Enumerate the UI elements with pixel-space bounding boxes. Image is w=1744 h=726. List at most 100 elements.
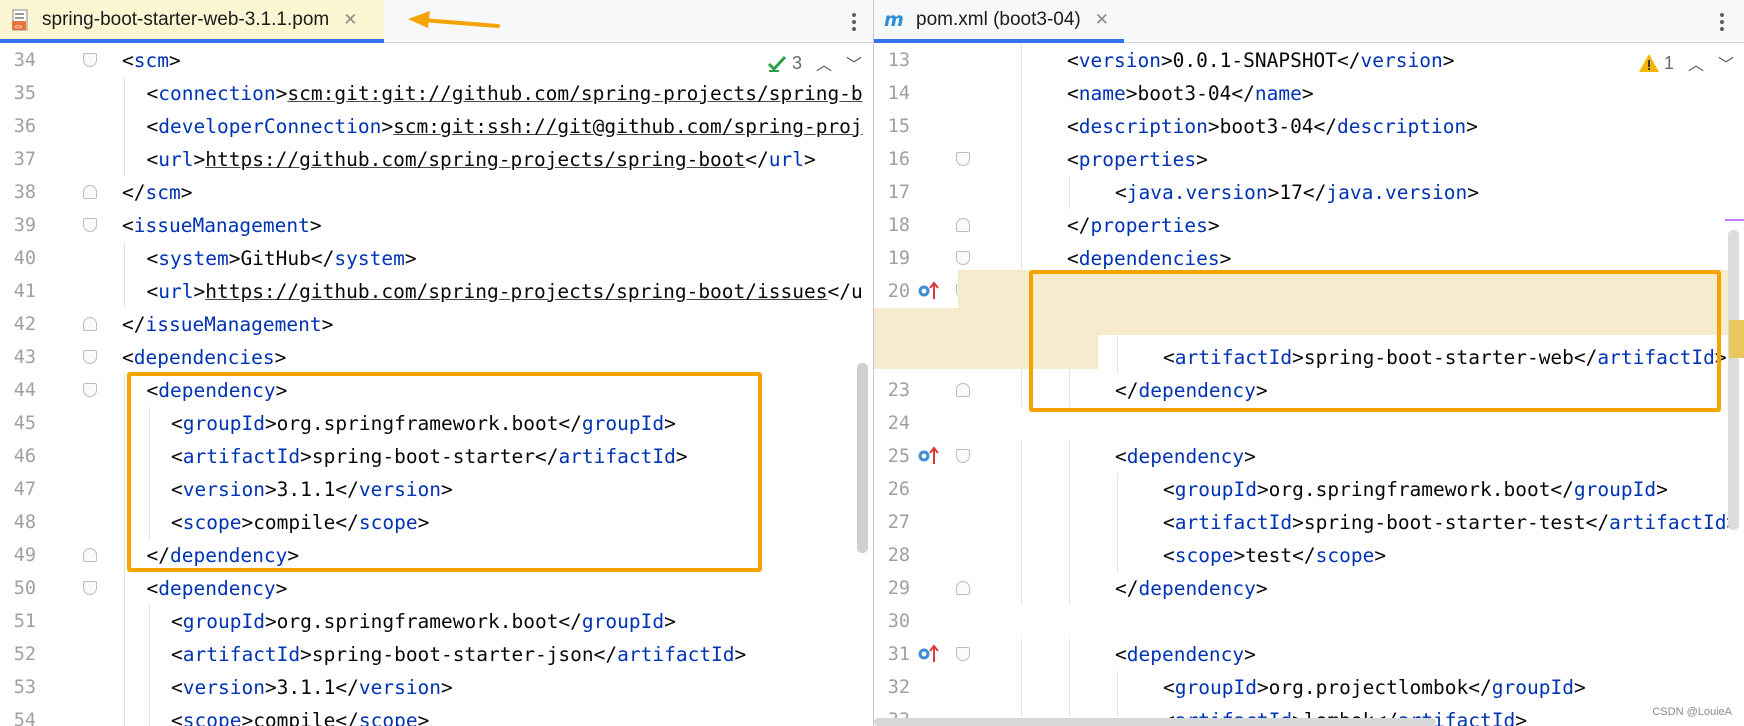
xml-tag-name: description (1078, 115, 1208, 138)
chevron-up-icon[interactable]: ︿ (1688, 51, 1704, 75)
code-line[interactable]: 17 <java.version>17</java.version> (874, 176, 1744, 209)
code-token: < (1067, 49, 1079, 72)
code-token: < (146, 148, 159, 171)
code-line[interactable]: 52 <artifactId>spring-boot-starter-json</… (0, 638, 873, 671)
chevron-up-icon[interactable]: ︿ (816, 51, 832, 75)
fold-end-icon[interactable] (83, 317, 97, 331)
code-text: <name>boot3-04</name> (1067, 77, 1314, 110)
code-line[interactable]: 37 <url>https://github.com/spring-project… (0, 143, 873, 176)
right-code-editor[interactable]: 33<artifactId>lombok</artifactId>32<grou… (874, 43, 1744, 726)
xml-tag-name: dependency (1126, 643, 1245, 666)
xml-tag-name: connection (158, 82, 276, 105)
code-token: < (146, 280, 159, 303)
fold-end-icon[interactable] (83, 185, 97, 199)
code-line[interactable]: 29 </dependency> (874, 572, 1744, 605)
code-line[interactable]: 28 <scope>test</scope> (874, 539, 1744, 572)
code-line[interactable]: 30 (874, 605, 1744, 638)
code-token: >compile</ (241, 709, 359, 726)
fold-expanded-icon[interactable] (83, 218, 97, 232)
fold-expanded-icon[interactable] (956, 152, 970, 166)
left-code-editor[interactable]: 54 <scope>compile</scope> 53 <version>3.1.1… (0, 43, 873, 726)
xml-tag-name: developerConnection (158, 115, 382, 138)
code-line[interactable]: 15 <description>boot3-04</description> (874, 110, 1744, 143)
indent-guide (124, 440, 125, 473)
close-icon[interactable]: ✕ (1095, 10, 1109, 30)
fold-expanded-icon[interactable] (83, 581, 97, 595)
line-number: 28 (887, 545, 910, 566)
code-line[interactable]: 53 <version>3.1.1</version> (0, 671, 873, 704)
fold-end-icon[interactable] (956, 218, 970, 232)
horizontal-scrollbar[interactable] (874, 718, 1436, 726)
code-line[interactable]: 43 <dependencies> (0, 341, 873, 374)
code-line[interactable]: 35 <connection>scm:git:git://github.com/s… (0, 77, 873, 110)
xml-tag-name: url (158, 280, 194, 303)
code-line[interactable]: 25 <dependency> (874, 440, 1744, 473)
xml-tag-name: dependency (1138, 577, 1256, 600)
inspection-widget[interactable]: 3 ︿ ﹀ (766, 51, 862, 75)
url-text[interactable]: scm:git:ssh://git@github.com/spring-proj (393, 115, 863, 138)
code-line[interactable]: 54 <scope>compile</scope> (0, 704, 873, 726)
code-text: <scope>compile</scope> (171, 704, 429, 726)
more-options-icon[interactable] (1712, 10, 1732, 34)
code-token: > (441, 676, 453, 699)
code-line[interactable]: 38 </scm> (0, 176, 873, 209)
override-gutter-icon[interactable] (916, 643, 950, 665)
fold-expanded-icon[interactable] (956, 647, 970, 661)
code-text: <groupId>org.springframework.boot</group… (171, 605, 676, 638)
code-line[interactable]: 51 <groupId>org.springframework.boot</gro… (0, 605, 873, 638)
code-text: <properties> (1067, 143, 1208, 176)
code-line[interactable]: 39 <issueManagement> (0, 209, 873, 242)
code-line[interactable]: 13 <version>0.0.1-SNAPSHOT</version> (874, 44, 1744, 77)
fold-expanded-icon[interactable] (83, 383, 97, 397)
indent-guide (1021, 638, 1022, 671)
close-icon[interactable]: ✕ (343, 10, 357, 30)
code-line[interactable]: 36 <developerConnection>scm:git:ssh://git… (0, 110, 873, 143)
indent-guide (1021, 374, 1022, 407)
indent-guide (124, 539, 125, 572)
fold-end-icon[interactable] (83, 548, 97, 562)
url-text[interactable]: https://github.com/spring-projects/sprin… (205, 280, 827, 303)
code-line[interactable]: 34 <scm> (0, 44, 873, 77)
tab-spring-boot-starter-web-pom[interactable]: <> spring-boot-starter-web-3.1.1.pom ✕ (0, 0, 384, 43)
xml-tag-name: description (1337, 115, 1467, 138)
code-line[interactable]: 40 <system>GitHub</system> (0, 242, 873, 275)
code-text: <system>GitHub</system> (147, 242, 417, 275)
url-text[interactable]: https://github.com/spring-projects/sprin… (205, 148, 745, 171)
xml-tag-name: url (158, 148, 194, 171)
vertical-scrollbar[interactable] (1728, 230, 1739, 530)
code-line[interactable]: 16 <properties> (874, 143, 1744, 176)
chevron-down-icon[interactable]: ﹀ (846, 51, 862, 75)
code-token: > (1374, 544, 1387, 567)
fold-expanded-icon[interactable] (83, 350, 97, 364)
xml-tag-name: url (768, 148, 804, 171)
xml-tag-name: issueManagement (145, 313, 322, 336)
code-token: < (1067, 148, 1079, 171)
code-line[interactable]: 31 <dependency> (874, 638, 1744, 671)
code-line[interactable]: 26 <groupId>org.springframework.boot</gro… (874, 473, 1744, 506)
fold-expanded-icon[interactable] (956, 251, 970, 265)
tab-pom-xml[interactable]: m pom.xml (boot3-04) ✕ (874, 0, 1124, 43)
fold-expanded-icon[interactable] (956, 449, 970, 463)
fold-end-icon[interactable] (956, 581, 970, 595)
code-line[interactable]: 50 <dependency> (0, 572, 873, 605)
url-text[interactable]: scm:git:git://github.com/spring-projects… (287, 82, 862, 105)
indent-guide (1021, 143, 1022, 176)
code-line[interactable]: 14 <name>boot3-04</name> (874, 77, 1744, 110)
inspection-widget[interactable]: 1 ︿ ﹀ (1638, 51, 1734, 75)
override-gutter-icon[interactable] (916, 280, 950, 302)
code-line[interactable]: 32 <groupId>org.projectlombok</groupId> (874, 671, 1744, 704)
vertical-scrollbar[interactable] (857, 363, 868, 553)
fold-expanded-icon[interactable] (83, 53, 97, 67)
code-line[interactable]: 42 </issueManagement> (0, 308, 873, 341)
code-line[interactable]: 27 <artifactId>spring-boot-starter-test</… (874, 506, 1744, 539)
indent-guide (1021, 671, 1022, 704)
fold-end-icon[interactable] (956, 383, 970, 397)
code-token: > (1515, 709, 1527, 726)
code-line[interactable]: 41 <url>https://github.com/spring-project… (0, 275, 873, 308)
more-options-icon[interactable] (844, 10, 864, 34)
code-text: <issueManagement> (122, 209, 322, 242)
indent-guide (124, 704, 125, 726)
chevron-down-icon[interactable]: ﹀ (1718, 51, 1734, 75)
code-line[interactable]: 18 </properties> (874, 209, 1744, 242)
override-gutter-icon[interactable] (916, 445, 950, 467)
